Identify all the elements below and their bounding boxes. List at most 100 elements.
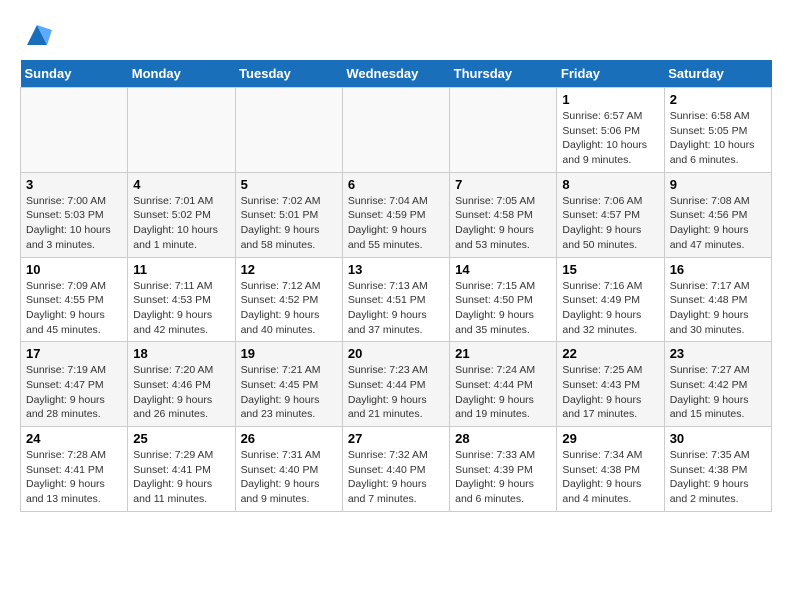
day-info: Sunrise: 7:09 AM Sunset: 4:55 PM Dayligh… [26,279,122,338]
day-number: 21 [455,346,551,361]
day-cell: 7 Sunrise: 7:05 AM Sunset: 4:58 PM Daylig… [450,172,557,257]
day-number: 23 [670,346,766,361]
logo [20,20,52,50]
day-cell: 12 Sunrise: 7:12 AM Sunset: 4:52 PM Dayli… [235,257,342,342]
day-info: Sunrise: 7:32 AM Sunset: 4:40 PM Dayligh… [348,448,444,507]
day-number: 6 [348,177,444,192]
day-cell: 2 Sunrise: 6:58 AM Sunset: 5:05 PM Daylig… [664,88,771,173]
day-info: Sunrise: 7:08 AM Sunset: 4:56 PM Dayligh… [670,194,766,253]
day-number: 30 [670,431,766,446]
day-number: 19 [241,346,337,361]
day-cell: 17 Sunrise: 7:19 AM Sunset: 4:47 PM Dayli… [21,342,128,427]
day-number: 3 [26,177,122,192]
day-cell: 27 Sunrise: 7:32 AM Sunset: 4:40 PM Dayli… [342,427,449,512]
week-row-4: 17 Sunrise: 7:19 AM Sunset: 4:47 PM Dayli… [21,342,772,427]
week-row-1: 1Sunrise: 6:57 AM Sunset: 5:06 PM Daylig… [21,88,772,173]
day-info: Sunrise: 7:27 AM Sunset: 4:42 PM Dayligh… [670,363,766,422]
day-info: Sunrise: 7:25 AM Sunset: 4:43 PM Dayligh… [562,363,658,422]
day-info: Sunrise: 7:17 AM Sunset: 4:48 PM Dayligh… [670,279,766,338]
day-number: 11 [133,262,229,277]
page-header [20,20,772,50]
day-cell: 25 Sunrise: 7:29 AM Sunset: 4:41 PM Dayli… [128,427,235,512]
header-row: SundayMondayTuesdayWednesdayThursdayFrid… [21,60,772,88]
day-cell: 3 Sunrise: 7:00 AM Sunset: 5:03 PM Daylig… [21,172,128,257]
day-cell: 6 Sunrise: 7:04 AM Sunset: 4:59 PM Daylig… [342,172,449,257]
day-number: 26 [241,431,337,446]
day-number: 25 [133,431,229,446]
day-cell [342,88,449,173]
day-info: Sunrise: 7:05 AM Sunset: 4:58 PM Dayligh… [455,194,551,253]
day-header-friday: Friday [557,60,664,88]
day-info: Sunrise: 7:29 AM Sunset: 4:41 PM Dayligh… [133,448,229,507]
day-cell: 15Sunrise: 7:16 AM Sunset: 4:49 PM Dayli… [557,257,664,342]
day-info: Sunrise: 7:34 AM Sunset: 4:38 PM Dayligh… [562,448,658,507]
day-info: Sunrise: 7:16 AM Sunset: 4:49 PM Dayligh… [562,279,658,338]
day-number: 10 [26,262,122,277]
day-cell: 16 Sunrise: 7:17 AM Sunset: 4:48 PM Dayli… [664,257,771,342]
day-info: Sunrise: 7:11 AM Sunset: 4:53 PM Dayligh… [133,279,229,338]
day-cell: 18 Sunrise: 7:20 AM Sunset: 4:46 PM Dayli… [128,342,235,427]
day-number: 17 [26,346,122,361]
day-header-thursday: Thursday [450,60,557,88]
week-row-5: 24 Sunrise: 7:28 AM Sunset: 4:41 PM Dayli… [21,427,772,512]
day-info: Sunrise: 7:12 AM Sunset: 4:52 PM Dayligh… [241,279,337,338]
day-cell: 8 Sunrise: 7:06 AM Sunset: 4:57 PM Daylig… [557,172,664,257]
logo-icon [22,20,52,50]
day-number: 20 [348,346,444,361]
day-header-tuesday: Tuesday [235,60,342,88]
day-cell [21,88,128,173]
day-info: Sunrise: 7:23 AM Sunset: 4:44 PM Dayligh… [348,363,444,422]
day-cell: 21 Sunrise: 7:24 AM Sunset: 4:44 PM Dayli… [450,342,557,427]
day-cell: 9Sunrise: 7:08 AM Sunset: 4:56 PM Daylig… [664,172,771,257]
day-cell: 29Sunrise: 7:34 AM Sunset: 4:38 PM Dayli… [557,427,664,512]
day-info: Sunrise: 7:06 AM Sunset: 4:57 PM Dayligh… [562,194,658,253]
day-number: 24 [26,431,122,446]
day-info: Sunrise: 7:00 AM Sunset: 5:03 PM Dayligh… [26,194,122,253]
day-info: Sunrise: 7:04 AM Sunset: 4:59 PM Dayligh… [348,194,444,253]
day-cell: 11 Sunrise: 7:11 AM Sunset: 4:53 PM Dayli… [128,257,235,342]
day-header-sunday: Sunday [21,60,128,88]
day-cell: 26 Sunrise: 7:31 AM Sunset: 4:40 PM Dayli… [235,427,342,512]
day-info: Sunrise: 6:58 AM Sunset: 5:05 PM Dayligh… [670,109,766,168]
day-info: Sunrise: 7:35 AM Sunset: 4:38 PM Dayligh… [670,448,766,507]
day-info: Sunrise: 7:15 AM Sunset: 4:50 PM Dayligh… [455,279,551,338]
day-number: 16 [670,262,766,277]
day-number: 7 [455,177,551,192]
day-cell: 19 Sunrise: 7:21 AM Sunset: 4:45 PM Dayli… [235,342,342,427]
day-number: 22 [562,346,658,361]
day-info: Sunrise: 7:31 AM Sunset: 4:40 PM Dayligh… [241,448,337,507]
day-cell [235,88,342,173]
day-info: Sunrise: 7:21 AM Sunset: 4:45 PM Dayligh… [241,363,337,422]
day-cell [128,88,235,173]
calendar-table: SundayMondayTuesdayWednesdayThursdayFrid… [20,60,772,512]
day-number: 18 [133,346,229,361]
day-cell: 4Sunrise: 7:01 AM Sunset: 5:02 PM Daylig… [128,172,235,257]
day-number: 8 [562,177,658,192]
day-info: Sunrise: 7:28 AM Sunset: 4:41 PM Dayligh… [26,448,122,507]
day-number: 28 [455,431,551,446]
week-row-3: 10 Sunrise: 7:09 AM Sunset: 4:55 PM Dayli… [21,257,772,342]
day-cell: 20 Sunrise: 7:23 AM Sunset: 4:44 PM Dayli… [342,342,449,427]
day-number: 2 [670,92,766,107]
day-info: Sunrise: 7:33 AM Sunset: 4:39 PM Dayligh… [455,448,551,507]
day-cell: 22 Sunrise: 7:25 AM Sunset: 4:43 PM Dayli… [557,342,664,427]
day-cell: 5Sunrise: 7:02 AM Sunset: 5:01 PM Daylig… [235,172,342,257]
day-header-wednesday: Wednesday [342,60,449,88]
day-number: 1 [562,92,658,107]
day-info: Sunrise: 7:13 AM Sunset: 4:51 PM Dayligh… [348,279,444,338]
day-number: 4 [133,177,229,192]
day-number: 12 [241,262,337,277]
day-number: 27 [348,431,444,446]
day-cell: 1Sunrise: 6:57 AM Sunset: 5:06 PM Daylig… [557,88,664,173]
day-cell: 28 Sunrise: 7:33 AM Sunset: 4:39 PM Dayli… [450,427,557,512]
day-cell: 14 Sunrise: 7:15 AM Sunset: 4:50 PM Dayli… [450,257,557,342]
day-cell: 10 Sunrise: 7:09 AM Sunset: 4:55 PM Dayli… [21,257,128,342]
day-info: Sunrise: 7:20 AM Sunset: 4:46 PM Dayligh… [133,363,229,422]
day-cell: 23 Sunrise: 7:27 AM Sunset: 4:42 PM Dayli… [664,342,771,427]
day-number: 14 [455,262,551,277]
day-cell: 24 Sunrise: 7:28 AM Sunset: 4:41 PM Dayli… [21,427,128,512]
day-info: Sunrise: 7:19 AM Sunset: 4:47 PM Dayligh… [26,363,122,422]
week-row-2: 3 Sunrise: 7:00 AM Sunset: 5:03 PM Daylig… [21,172,772,257]
day-cell: 13Sunrise: 7:13 AM Sunset: 4:51 PM Dayli… [342,257,449,342]
day-info: Sunrise: 7:24 AM Sunset: 4:44 PM Dayligh… [455,363,551,422]
